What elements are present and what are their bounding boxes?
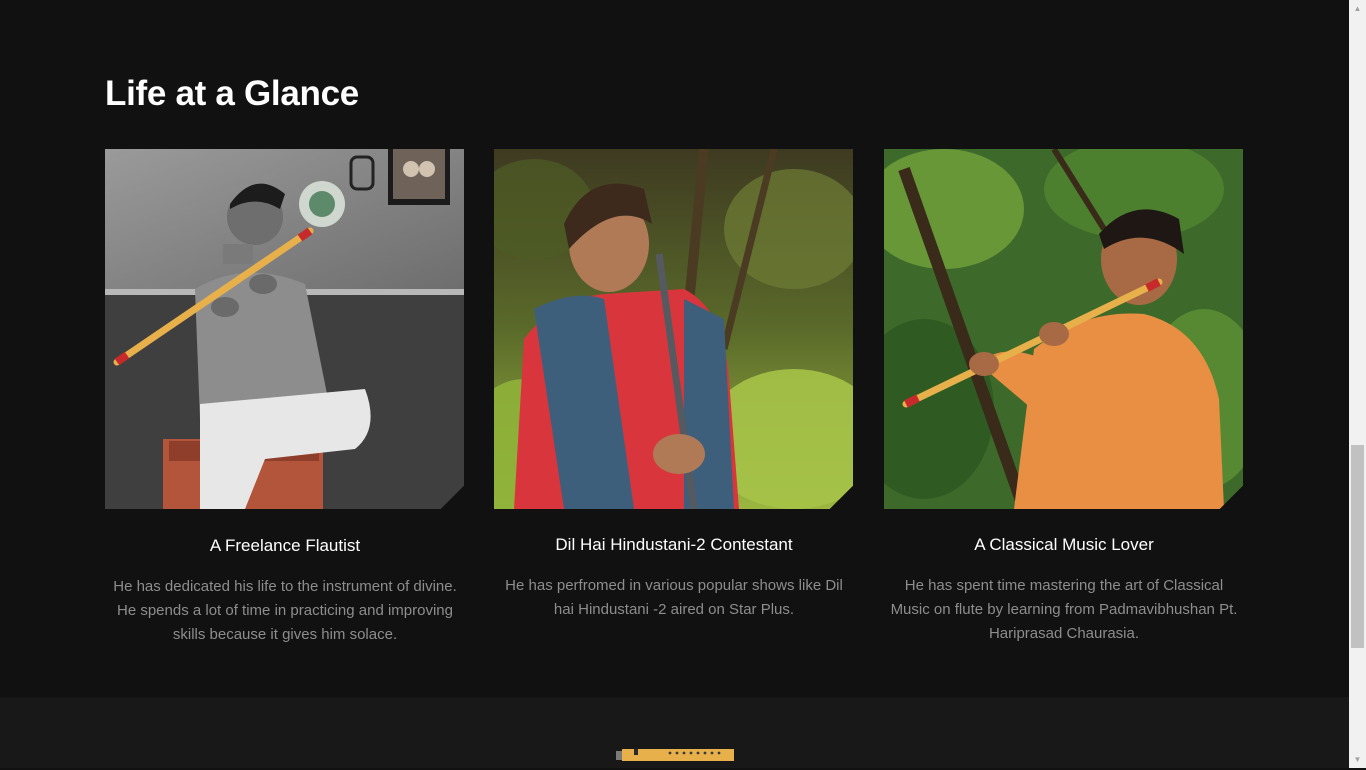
card-classical-lover: A Classical Music Lover He has spent tim… (884, 149, 1244, 642)
page: Life at a Glance A Freelance Flautist He… (0, 0, 1349, 768)
scrollbar-thumb[interactable] (1351, 445, 1364, 648)
flautist-indoor-photo (105, 149, 464, 509)
card-heading: A Freelance Flautist (209, 536, 361, 555)
card-contestant: Dil Hai Hindustani-2 Contestant He has p… (494, 149, 854, 618)
card-heading: A Classical Music Lover (974, 535, 1154, 554)
scroll-down-icon[interactable]: ▼ (1349, 751, 1366, 768)
card-freelance-flautist: A Freelance Flautist He has dedicated hi… (105, 149, 465, 643)
card-description: He has perfromed in various popular show… (505, 577, 843, 618)
section-title: Life at a Glance (105, 74, 359, 113)
vertical-scrollbar[interactable]: ▲ ▼ (1349, 0, 1366, 768)
scroll-up-icon[interactable]: ▲ (1349, 0, 1366, 17)
contestant-outdoor-photo (494, 149, 853, 509)
flute-logo-icon (616, 745, 734, 765)
card-description: He has spent time mastering the art of C… (890, 577, 1238, 642)
classical-flautist-photo (884, 149, 1243, 509)
card-heading: Dil Hai Hindustani-2 Contestant (555, 535, 793, 554)
life-at-a-glance-section: Life at a Glance A Freelance Flautist He… (0, 0, 1349, 697)
card-description: He has dedicated his life to the instrum… (113, 578, 457, 643)
footer (0, 697, 1349, 768)
